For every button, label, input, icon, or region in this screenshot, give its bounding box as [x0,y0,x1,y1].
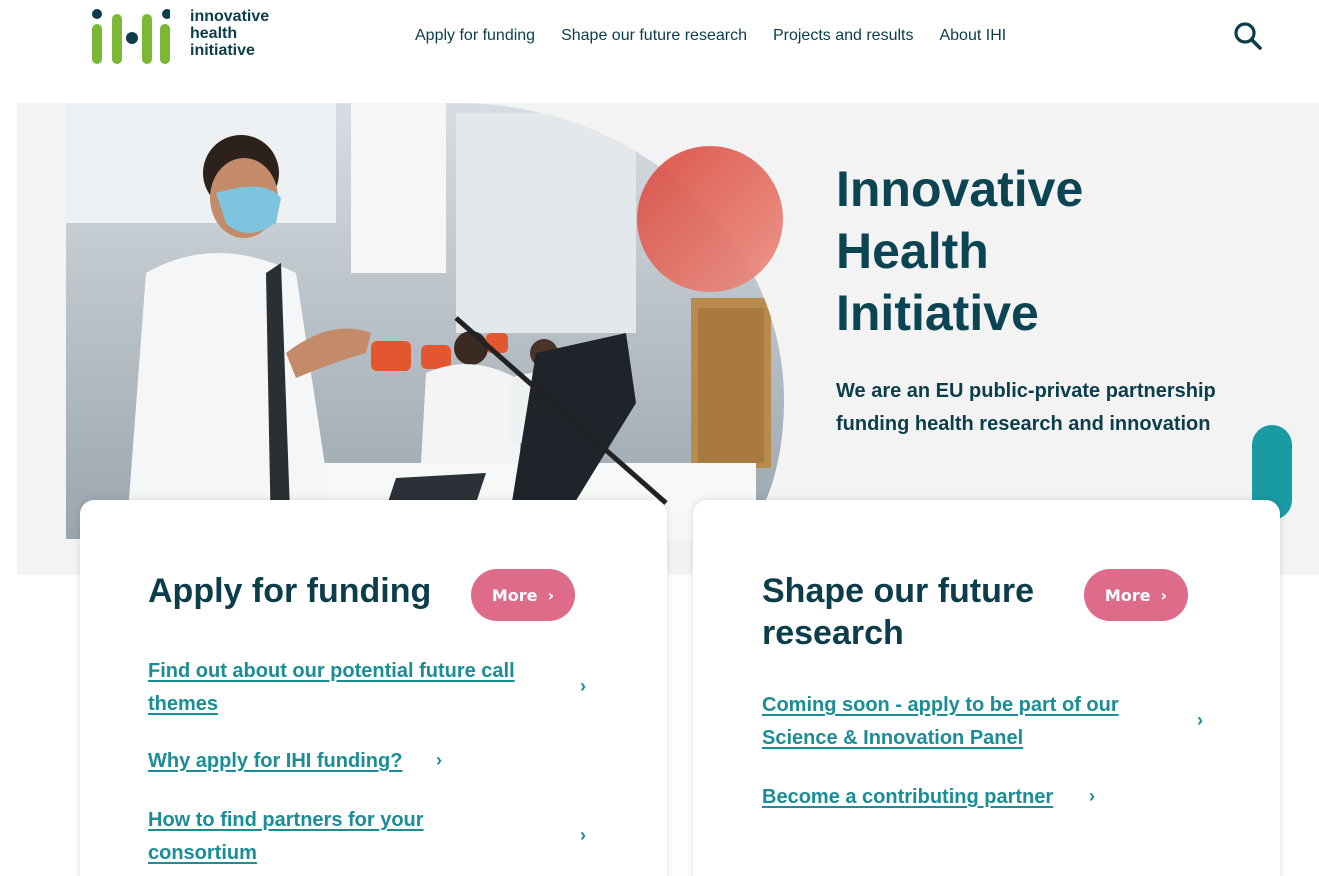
card-title-shape-future-research: Shape our future research [762,572,1035,652]
chevron-right-icon: › [1197,710,1203,730]
chevron-right-icon: › [436,750,442,770]
hero-title: Innovative Health Initiative [836,161,1084,341]
logo-line-initiative: initiative [190,42,255,59]
chevron-right-icon: › [1089,786,1095,806]
search-button[interactable] [1232,20,1264,52]
search-icon [1234,22,1262,50]
link-become-contributing-partner[interactable]: Become a contributing partner [762,781,1053,814]
more-button-label: More [1104,585,1151,605]
apply-for-funding-more-button[interactable]: More › [471,569,575,621]
hero-subtitle: We are an EU public-private partnership … [836,380,1216,435]
logo-line-health: health [190,25,238,42]
more-button-label: More [491,585,538,605]
logo-line-innovative: innovative [190,8,270,25]
link-why-apply-ihi-funding[interactable]: Why apply for IHI funding? [148,745,402,778]
chevron-right-icon: › [547,585,555,605]
shape-future-research-more-button[interactable]: More › [1084,569,1188,621]
nav-apply-for-funding[interactable]: Apply for funding [415,27,535,45]
chevron-right-icon: › [1160,585,1168,605]
ihi-logo[interactable]: innovative health initiative [90,6,290,66]
nav-projects-and-results[interactable]: Projects and results [773,27,914,45]
site-header: innovative health initiative Apply for f… [0,0,1319,75]
logo-wordmark: innovative health initiative [190,8,269,59]
main-nav: Apply for funding Shape our future resea… [415,27,1006,45]
card-title-apply-for-funding: Apply for funding [148,572,432,610]
link-find-partners-consortium[interactable]: How to find partners for your consortium [148,804,488,870]
shape-future-research-card: Shape our future research More › Coming … [693,500,1280,876]
chevron-right-icon: › [580,676,586,696]
logo-mark-icon [92,9,170,64]
decorative-red-circle [637,146,783,292]
link-future-call-themes[interactable]: Find out about our potential future call… [148,655,558,721]
nav-about-ihi[interactable]: About IHI [939,27,1006,45]
nav-shape-future-research[interactable]: Shape our future research [561,27,747,45]
apply-for-funding-card: Apply for funding More › Find out about … [80,500,667,876]
chevron-right-icon: › [580,825,586,845]
link-science-innovation-panel[interactable]: Coming soon - apply to be part of our Sc… [762,689,1162,755]
